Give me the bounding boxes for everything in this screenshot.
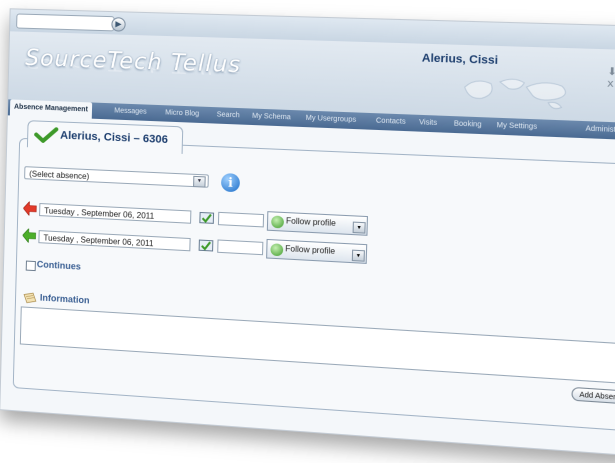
- person-title: Alerius, Cissi – 6306: [60, 129, 169, 147]
- start-arrow-icon: [23, 201, 37, 216]
- chevron-down-icon[interactable]: ▾: [351, 249, 365, 262]
- end-arrow-icon: [22, 228, 36, 243]
- tab-administration[interactable]: Administration: [585, 121, 615, 140]
- chevron-down-icon[interactable]: ▾: [352, 221, 366, 234]
- tab-my-usergroups[interactable]: My Usergroups: [305, 111, 357, 130]
- tab-visits[interactable]: Visits: [419, 115, 437, 132]
- app-window: ▶ Alerius, Cissi ⬇ ? x SourceTech Tellus…: [0, 8, 615, 457]
- end-time-field[interactable]: [217, 239, 264, 256]
- profile-icon: [271, 215, 285, 229]
- chevron-down-icon[interactable]: ▾: [193, 175, 206, 188]
- start-time-field[interactable]: [217, 211, 265, 228]
- tab-my-schema[interactable]: My Schema: [252, 109, 291, 127]
- tab-contacts[interactable]: Contacts: [376, 113, 406, 131]
- world-map-icon: [455, 72, 589, 115]
- tab-micro-blog[interactable]: Micro Blog: [165, 105, 199, 123]
- calendar-icon[interactable]: [199, 238, 214, 251]
- tab-booking[interactable]: Booking: [454, 116, 482, 134]
- tab-search[interactable]: Search: [216, 107, 240, 124]
- search-input[interactable]: [16, 13, 115, 32]
- tab-absence-management[interactable]: Absence Management: [9, 99, 93, 119]
- checkmark-icon: [34, 126, 58, 143]
- tab-my-settings[interactable]: My Settings: [496, 118, 538, 136]
- profile-icon: [270, 243, 284, 257]
- start-profile-label: Follow profile: [285, 216, 337, 228]
- user-name[interactable]: Alerius, Cissi: [422, 52, 499, 67]
- tab-messages[interactable]: Messages: [114, 103, 147, 120]
- window-controls[interactable]: ⬇ ? x: [607, 66, 615, 91]
- absence-type-value: (Select absence): [29, 169, 90, 182]
- note-icon: [23, 291, 37, 304]
- continues-checkbox[interactable]: [25, 260, 36, 272]
- calendar-icon[interactable]: [199, 211, 214, 224]
- end-profile-label: Follow profile: [285, 244, 336, 256]
